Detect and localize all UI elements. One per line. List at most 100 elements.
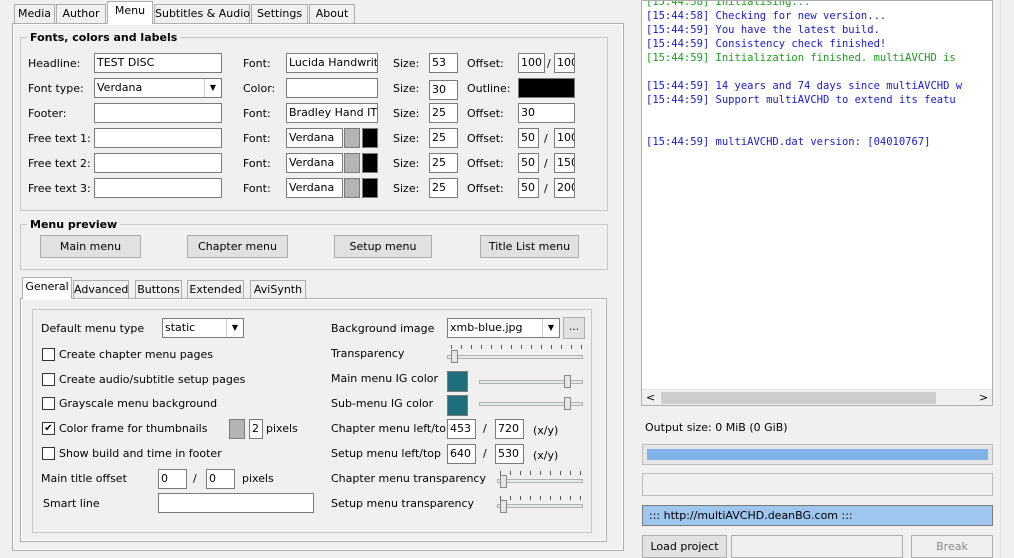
- log-hscrollbar[interactable]: < >: [642, 389, 992, 405]
- tab-about[interactable]: About: [309, 4, 355, 23]
- footer-input[interactable]: [94, 103, 222, 123]
- main-menu-button[interactable]: Main menu: [40, 235, 141, 258]
- subtab-general[interactable]: General: [22, 277, 72, 299]
- sub-ig-color-swatch[interactable]: [447, 395, 468, 416]
- title-list-menu-button[interactable]: Title List menu: [480, 235, 579, 258]
- fonttype-combo[interactable]: Verdana ▼: [94, 78, 222, 98]
- subtab-buttons[interactable]: Buttons: [135, 280, 182, 299]
- log-hscroll-thumb[interactable]: [661, 392, 936, 404]
- tab-author[interactable]: Author: [56, 4, 106, 23]
- chapter-top-input[interactable]: 720: [495, 419, 524, 439]
- color-frame-checkbox[interactable]: ✔: [42, 422, 55, 435]
- middle-blank-button[interactable]: [731, 535, 903, 558]
- free-color-swatch-gray[interactable]: [344, 128, 360, 148]
- sub-ig-slider-thumb[interactable]: [564, 397, 571, 410]
- create-audio-checkbox[interactable]: [42, 373, 55, 386]
- headline-size-input[interactable]: 53: [429, 53, 458, 73]
- setup-top-input[interactable]: 530: [495, 444, 524, 464]
- free-offset-y[interactable]: 100: [554, 128, 575, 148]
- outline-color-swatch[interactable]: [518, 78, 575, 98]
- footer-offset-label: Offset:: [467, 107, 504, 120]
- transparency-slider-thumb[interactable]: [451, 350, 458, 363]
- free-text-label: Free text 3:: [28, 182, 91, 195]
- free-color-swatch-black[interactable]: [362, 178, 378, 198]
- free-font-input[interactable]: Verdana: [286, 153, 343, 173]
- frame-color-swatch[interactable]: [229, 419, 245, 439]
- smart-line-input[interactable]: [158, 493, 314, 513]
- create-chapter-checkbox[interactable]: [42, 348, 55, 361]
- main-title-offset-y[interactable]: 0: [206, 469, 235, 489]
- subtab-avisynth[interactable]: AviSynth: [250, 280, 306, 299]
- tab-settings[interactable]: Settings: [251, 4, 308, 23]
- footer-offset-input[interactable]: 30: [518, 103, 575, 123]
- footer-font-input[interactable]: Bradley Hand ITC: [286, 103, 378, 123]
- load-project-button[interactable]: Load project: [642, 535, 727, 558]
- chapter-transparency-thumb[interactable]: [500, 475, 507, 488]
- setup-menu-button[interactable]: Setup menu: [334, 235, 432, 258]
- subtab-extended[interactable]: Extended: [187, 280, 244, 299]
- free-offset-y[interactable]: 150: [554, 153, 575, 173]
- chapter-left-top-sep: /: [483, 422, 487, 435]
- setup-transparency-label: Setup menu transparency: [331, 497, 475, 510]
- headline-font-input[interactable]: Lucida Handwriting: [286, 53, 378, 73]
- free-color-swatch-black[interactable]: [362, 128, 378, 148]
- fonttype-value: Verdana: [97, 81, 143, 94]
- chapter-menu-button[interactable]: Chapter menu: [187, 235, 288, 258]
- chevron-down-icon[interactable]: ▼: [226, 319, 243, 337]
- free-font-input[interactable]: Verdana: [286, 178, 343, 198]
- free-color-swatch-gray[interactable]: [344, 153, 360, 173]
- free-text-label: Free text 1:: [28, 132, 91, 145]
- headline-input[interactable]: TEST DISC: [94, 53, 222, 73]
- scroll-right-icon[interactable]: >: [979, 391, 988, 404]
- tab-media[interactable]: Media: [14, 4, 55, 23]
- headline-size-label: Size:: [393, 57, 420, 70]
- free-text-input[interactable]: [94, 178, 222, 198]
- setup-left-input[interactable]: 640: [447, 444, 476, 464]
- free-color-swatch-gray[interactable]: [344, 178, 360, 198]
- browse-background-button[interactable]: ...: [563, 317, 585, 339]
- footer-size-input[interactable]: 25: [429, 103, 458, 123]
- tab-menu[interactable]: Menu: [107, 1, 153, 24]
- main-ig-color-swatch[interactable]: [447, 371, 468, 392]
- setup-transparency-track[interactable]: [497, 504, 583, 508]
- setup-transparency-thumb[interactable]: [500, 500, 507, 513]
- chapter-transparency-track[interactable]: [497, 479, 583, 483]
- free-offset-x[interactable]: 50: [518, 128, 539, 148]
- show-build-checkbox[interactable]: [42, 447, 55, 460]
- transparency-label: Transparency: [331, 347, 405, 360]
- free-text-input[interactable]: [94, 153, 222, 173]
- break-button[interactable]: Break: [911, 535, 993, 558]
- grayscale-checkbox[interactable]: [42, 397, 55, 410]
- url-link[interactable]: ::: http://multiAVCHD.deanBG.com :::: [649, 509, 853, 522]
- default-menu-type-combo[interactable]: static ▼: [162, 318, 244, 338]
- background-image-combo[interactable]: xmb-blue.jpg ▼: [447, 318, 560, 338]
- free-offset-y[interactable]: 200: [554, 178, 575, 198]
- free-size-input[interactable]: 25: [429, 153, 458, 173]
- subtab-advanced[interactable]: Advanced: [73, 280, 129, 299]
- free-font-label: Font:: [243, 132, 271, 145]
- frame-pixels-input[interactable]: 2: [249, 419, 263, 439]
- fonttype-size-input[interactable]: 30: [429, 80, 458, 100]
- scroll-left-icon[interactable]: <: [646, 391, 655, 404]
- free-size-input[interactable]: 25: [429, 178, 458, 198]
- transparency-slider-track[interactable]: [447, 355, 583, 359]
- chapter-left-input[interactable]: 453: [447, 419, 476, 439]
- footer-font-label: Font:: [243, 107, 271, 120]
- main-ig-slider-thumb[interactable]: [564, 375, 571, 388]
- color-input[interactable]: [286, 78, 378, 98]
- chevron-down-icon[interactable]: ▼: [542, 319, 559, 337]
- free-offset-x[interactable]: 50: [518, 178, 539, 198]
- headline-offset-y[interactable]: 100: [554, 53, 575, 73]
- tab-subtitles-audio[interactable]: Subtitles & Audio: [154, 4, 250, 23]
- chevron-down-icon[interactable]: ▼: [204, 79, 221, 97]
- free-font-label: Font:: [243, 157, 271, 170]
- main-title-offset-x[interactable]: 0: [158, 469, 187, 489]
- free-text-input[interactable]: [94, 128, 222, 148]
- headline-offset-x[interactable]: 100: [518, 53, 545, 73]
- url-link-box[interactable]: ::: http://multiAVCHD.deanBG.com :::: [642, 505, 993, 526]
- chapter-left-top-label: Chapter menu left/top: [331, 422, 453, 435]
- free-size-input[interactable]: 25: [429, 128, 458, 148]
- free-color-swatch-black[interactable]: [362, 153, 378, 173]
- free-font-input[interactable]: Verdana: [286, 128, 343, 148]
- free-offset-x[interactable]: 50: [518, 153, 539, 173]
